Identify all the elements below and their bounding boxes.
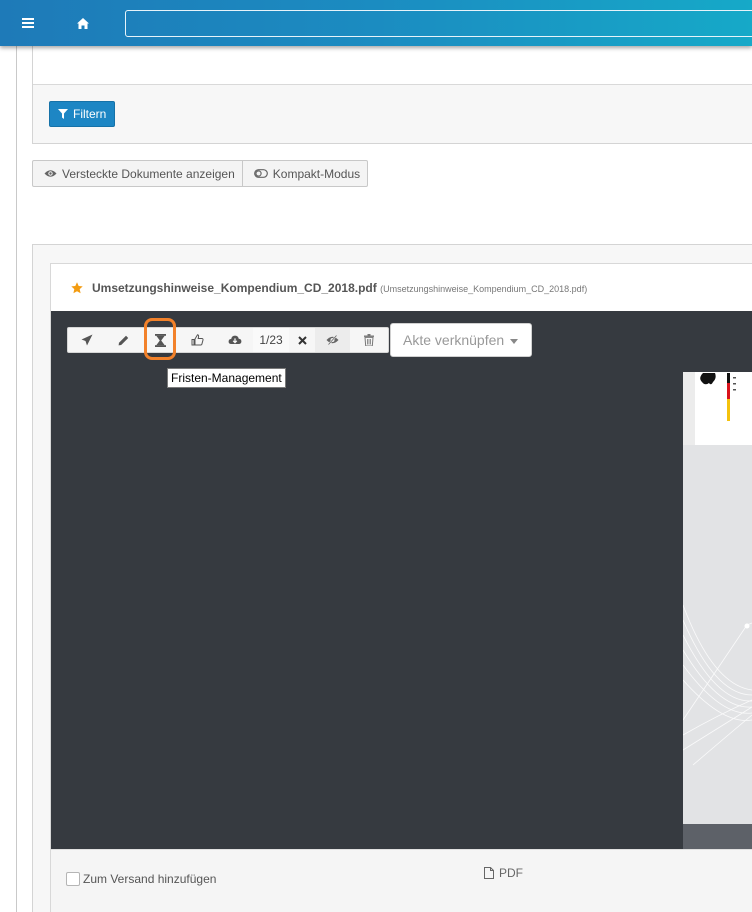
compact-mode-button[interactable]: Kompakt-Modus [242,160,369,187]
page-indicator: 1/23 [253,328,289,352]
document-header: Umsetzungshinweise_Kompendium_CD_2018.pd… [51,264,752,311]
chevron-down-icon [510,338,519,344]
pdf-page-preview [682,372,752,849]
pdf-cover-graphic [682,445,752,825]
eagle-emblem-icon [700,373,736,421]
document-filename: (Umsetzungshinweise_Kompendium_CD_2018.p… [380,283,588,294]
link-file-dropdown[interactable]: Akte verknüpfen [390,323,532,357]
pdf-format-label: PDF [499,866,523,880]
show-hidden-documents-label: Versteckte Dokumente anzeigen [62,166,235,181]
wave-lines-graphic [682,604,752,766]
close-document-button[interactable] [289,328,315,352]
hide-document-button[interactable] [315,328,350,352]
cloud-download-icon [228,335,241,344]
approve-button[interactable] [179,328,216,352]
deadline-management-button[interactable] [142,328,179,352]
compact-mode-label: Kompakt-Modus [272,166,361,181]
filter-panel-footer: Filtern [33,85,752,143]
paper-plane-icon [81,334,92,346]
filter-panel: Filtern [32,46,752,144]
star-icon[interactable] [71,281,83,294]
pdf-viewer[interactable] [51,311,752,849]
sidebar-border [16,46,17,912]
pdf-page-header [695,372,752,445]
document-title[interactable]: Umsetzungshinweise_Kompendium_CD_2018.pd… [92,281,587,295]
hourglass-icon [155,333,166,347]
document-toolbar: 1/23 [67,327,389,353]
add-to-dispatch-label[interactable]: Zum Versand hinzufügen [83,872,216,886]
link-file-dropdown-label: Akte verknüpfen [403,332,505,348]
show-hidden-documents-button[interactable]: Versteckte Dokumente anzeigen [32,160,243,187]
home-icon [77,17,89,29]
home-button[interactable] [70,13,96,33]
eye-slash-icon [326,335,339,345]
toggle-icon [253,169,268,178]
file-icon [484,867,494,879]
thumbs-up-icon [191,334,204,346]
tooltip: Fristen-Management [167,368,286,388]
global-search-input[interactable] [125,10,752,37]
filter-button[interactable]: Filtern [49,101,116,127]
menu-toggle-button[interactable] [12,13,44,33]
eye-icon [44,170,57,177]
pencil-icon [118,335,129,345]
filter-button-label: Filtern [73,107,107,121]
top-navbar [0,0,752,46]
send-button[interactable] [68,328,105,352]
download-button[interactable] [216,328,253,352]
edit-button[interactable] [105,328,142,352]
delete-button[interactable] [350,328,387,352]
close-icon [297,335,307,345]
hamburger-menu-icon [22,18,34,28]
trash-icon [363,334,374,346]
pdf-page-footer-bar [683,824,752,849]
document-title-text: Umsetzungshinweise_Kompendium_CD_2018.pd… [92,280,377,295]
add-to-dispatch-checkbox[interactable] [66,872,80,886]
view-toggle-group: Versteckte Dokumente anzeigen Kompakt-Mo… [32,160,369,187]
filter-icon [58,109,68,119]
pdf-format-link[interactable]: PDF [484,866,523,880]
